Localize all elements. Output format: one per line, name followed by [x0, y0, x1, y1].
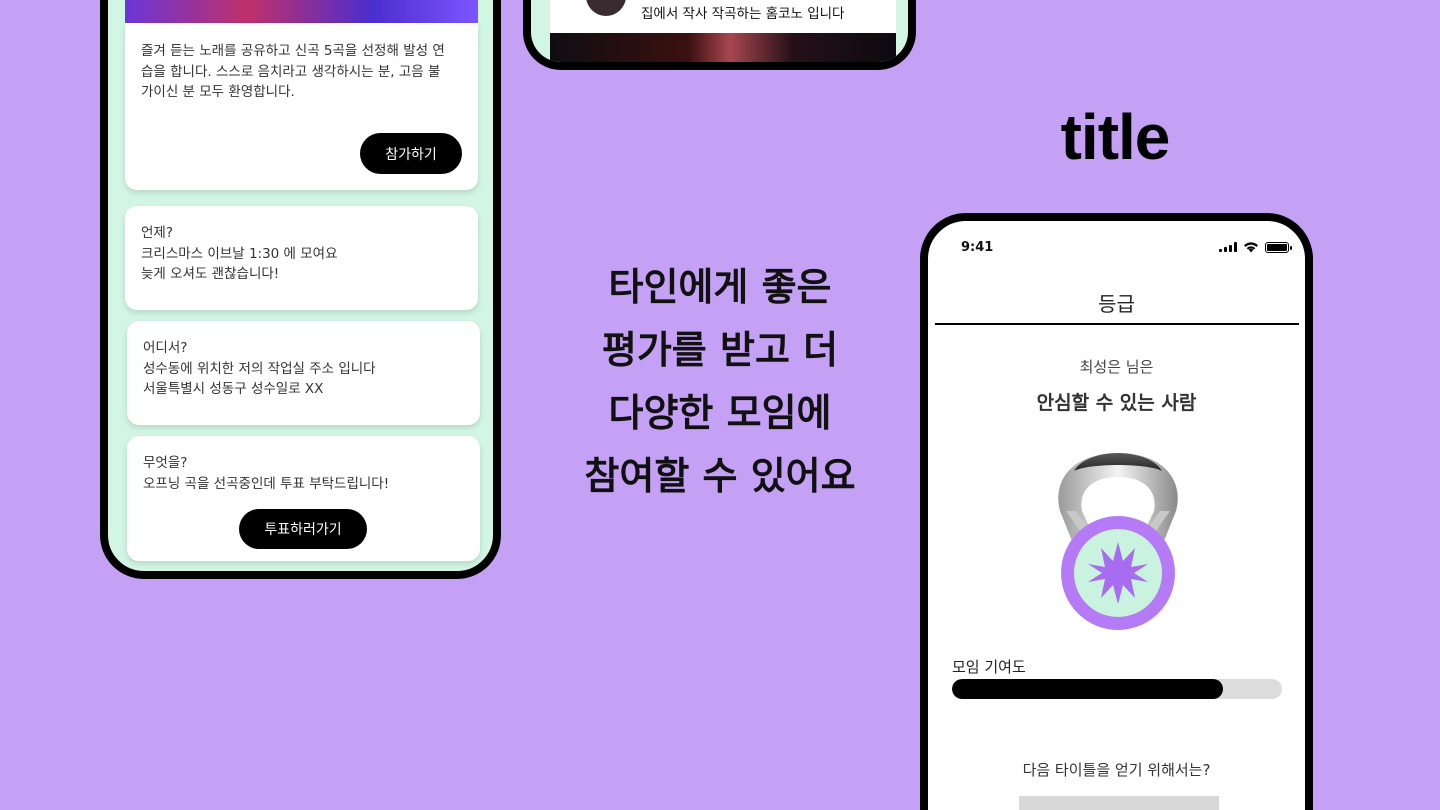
- what-question: 무엇을?: [143, 455, 188, 471]
- where-question: 어디서?: [143, 340, 188, 356]
- user-name-line: 최성은 님은: [1079, 358, 1154, 376]
- cellular-signal-icon: [1219, 242, 1237, 252]
- page-title: 등급: [1098, 292, 1135, 316]
- meeting-intro-text: 즐겨 듣는 노래를 공유하고 신곡 5곡을 선정해 발성 연 습을 합니다. 스…: [141, 43, 445, 100]
- where-detail: 성수동에 위치한 저의 작업실 주소 입니다: [143, 360, 376, 377]
- where-card: 어디서? 성수동에 위치한 저의 작업실 주소 입니다 서울특별시 성동구 성수…: [127, 321, 480, 425]
- what-card: 무엇을? 오프닝 곡을 선곡중인데 투표 부탁드립니다! 투표하러가기: [127, 436, 480, 561]
- contribution-label: 모임 기여도: [952, 658, 1026, 676]
- feed-phone: 집에서 작사 작곡하는 홈코노 입니다: [523, 0, 916, 70]
- rank-medal-icon: [1048, 441, 1188, 631]
- when-detail: 크리스마스 이브날 1:30 에 모여요: [141, 245, 338, 262]
- promo-headline: 타인에게 좋은 평가를 받고 더 다양한 모임에 참여할 수 있어요: [560, 256, 880, 508]
- header-divider: [935, 323, 1299, 325]
- status-time: 9:41: [961, 240, 994, 255]
- headline-line-1: 타인에게 좋은: [608, 265, 832, 309]
- when-note: 늦게 오셔도 괜찮습니다!: [141, 266, 280, 282]
- vote-button[interactable]: 투표하러가기: [239, 509, 367, 549]
- headline-line-4: 참여할 수 있어요: [584, 454, 856, 498]
- meeting-cover-image: [125, 0, 478, 23]
- headline-line-2: 평가를 받고 더: [601, 328, 839, 372]
- meeting-detail-phone: 즐겨 듣는 노래를 공유하고 신곡 5곡을 선정해 발성 연 습을 합니다. 스…: [100, 0, 501, 579]
- avatar: [586, 0, 626, 16]
- what-detail: 오프닝 곡을 선곡중인데 투표 부탁드립니다!: [143, 475, 390, 492]
- headline-line-3: 다양한 모임에: [608, 391, 832, 435]
- when-question: 언제?: [141, 225, 174, 241]
- where-address: 서울특별시 성동구 성수일로 XX: [143, 381, 324, 397]
- next-title-button[interactable]: [1019, 796, 1219, 810]
- feed-post-image: [550, 33, 896, 62]
- contribution-progress-fill: [952, 679, 1223, 699]
- join-button[interactable]: 참가하기: [360, 133, 462, 174]
- status-bar-icons: [1219, 241, 1292, 253]
- battery-icon: [1265, 241, 1292, 253]
- when-card: 언제? 크리스마스 이브날 1:30 에 모여요 늦게 오셔도 괜찮습니다!: [125, 206, 478, 310]
- next-title-question: 다음 타이틀을 얻기 위해서는?: [1022, 761, 1211, 779]
- rank-phone: 9:41 등급 최성은 님은 안심할 수 있는 사람 모임 기여도 다음 타이틀…: [920, 213, 1313, 810]
- section-label: title: [1060, 101, 1171, 173]
- rank-title: 안심할 수 있는 사람: [1036, 392, 1197, 414]
- contribution-progress-bar: [952, 679, 1282, 699]
- wifi-icon: [1244, 242, 1258, 253]
- feed-post-card[interactable]: 집에서 작사 작곡하는 홈코노 입니다: [550, 0, 896, 33]
- feed-post-caption: 집에서 작사 작곡하는 홈코노 입니다: [641, 6, 845, 22]
- meeting-intro-card: 즐겨 듣는 노래를 공유하고 신곡 5곡을 선정해 발성 연 습을 합니다. 스…: [125, 23, 478, 190]
